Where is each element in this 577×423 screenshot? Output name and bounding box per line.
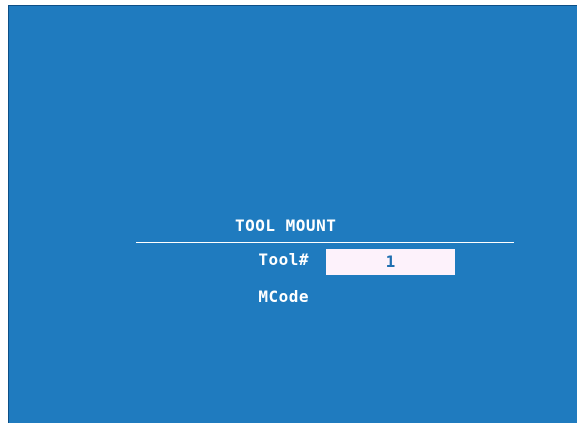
mcode-label: MCode — [258, 287, 309, 306]
tool-mount-screen: TOOL MOUNT Tool# 1 MCode — [8, 5, 577, 423]
dialog-title: TOOL MOUNT — [235, 216, 337, 235]
mcode-field[interactable] — [326, 285, 455, 311]
title-divider — [136, 242, 514, 243]
window: TOOL MOUNT Tool# 1 MCode — [0, 0, 577, 423]
tool-number-field[interactable]: 1 — [326, 249, 455, 275]
tool-number-label: Tool# — [258, 250, 309, 269]
